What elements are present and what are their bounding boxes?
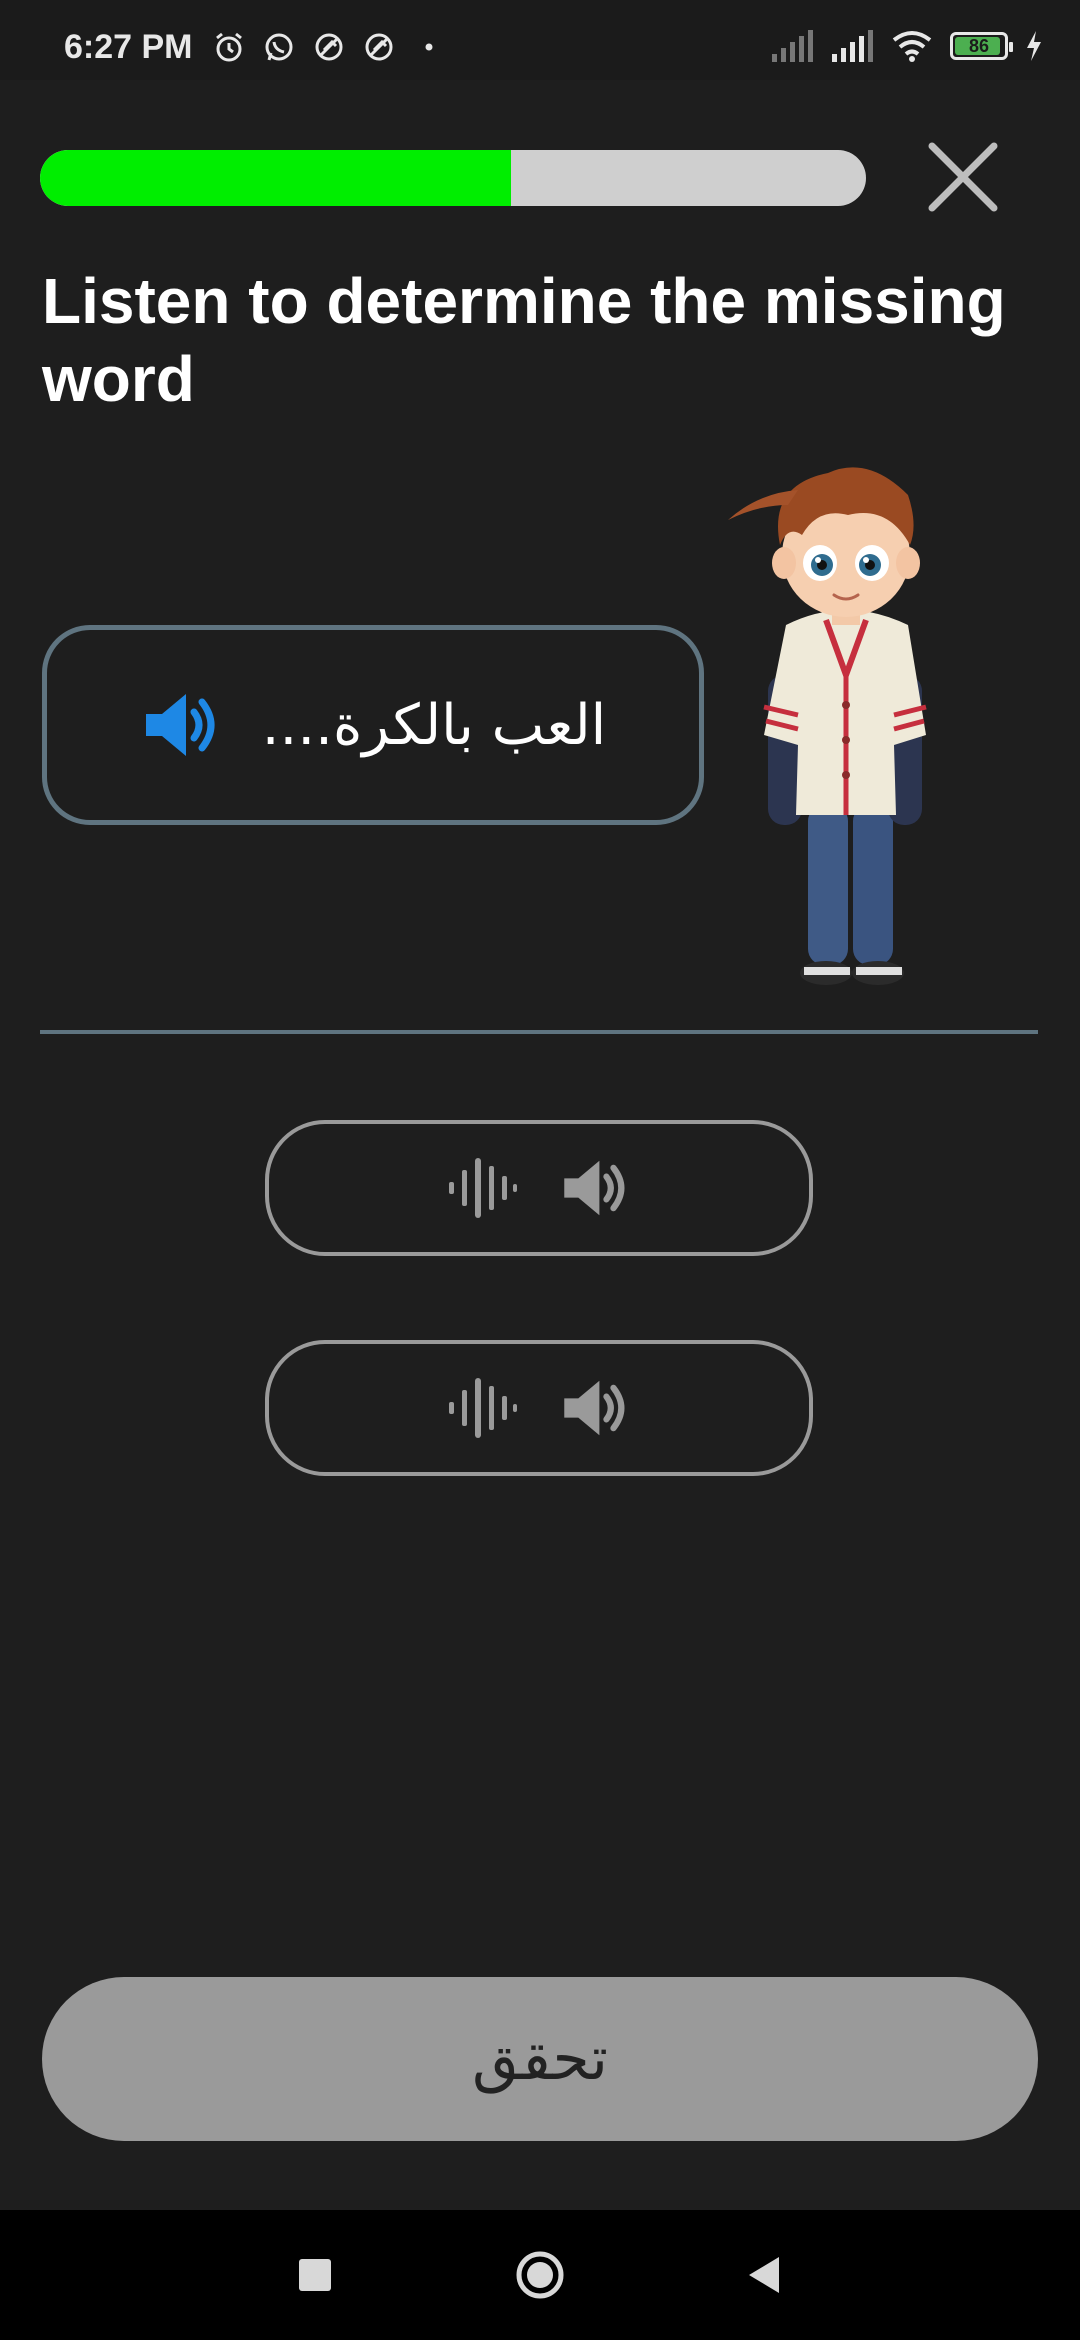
prompt-sentence: العب بالكرة....: [261, 692, 607, 758]
whatsapp-icon: [265, 33, 293, 61]
status-right-group: 86: [770, 24, 1044, 68]
check-button[interactable]: تحقق: [42, 1977, 1038, 2141]
wifi-icon: [892, 31, 932, 62]
audio-wave-icon: [449, 1378, 517, 1438]
alarm-icon: [216, 32, 242, 62]
close-icon[interactable]: [922, 136, 1004, 218]
battery-level: 86: [968, 35, 990, 56]
signal-icon: [772, 30, 813, 62]
audio-option-1[interactable]: [265, 1120, 813, 1256]
speaker-icon: [564, 1160, 625, 1216]
audio-wave-icon: [449, 1158, 517, 1218]
recents-square-icon[interactable]: [285, 2245, 345, 2305]
battery-icon: 86: [950, 32, 1013, 60]
back-triangle-icon[interactable]: [735, 2245, 795, 2305]
boy-character-illustration: [728, 467, 927, 985]
speaker-icon: [564, 1380, 625, 1436]
blocked-notification-icon: [365, 33, 393, 61]
home-circle-icon[interactable]: [510, 2245, 570, 2305]
status-time: 6:27 PM: [64, 28, 193, 66]
blocked-notification-icon: [315, 33, 343, 61]
progress-fill: [40, 150, 511, 206]
prompt-audio-card[interactable]: العب بالكرة....: [42, 625, 704, 825]
status-bar: 6:27 PM 86: [0, 0, 1080, 80]
signal-icon: [832, 30, 873, 62]
audio-option-2[interactable]: [265, 1340, 813, 1476]
section-divider: [40, 1030, 1038, 1034]
instruction-title: Listen to determine the missing word: [42, 265, 1006, 415]
charging-icon: [1027, 31, 1041, 61]
progress-bar: [40, 150, 866, 206]
system-nav-bar: [0, 2210, 1080, 2340]
dot-icon: [425, 43, 433, 51]
speaker-icon[interactable]: [140, 684, 222, 766]
